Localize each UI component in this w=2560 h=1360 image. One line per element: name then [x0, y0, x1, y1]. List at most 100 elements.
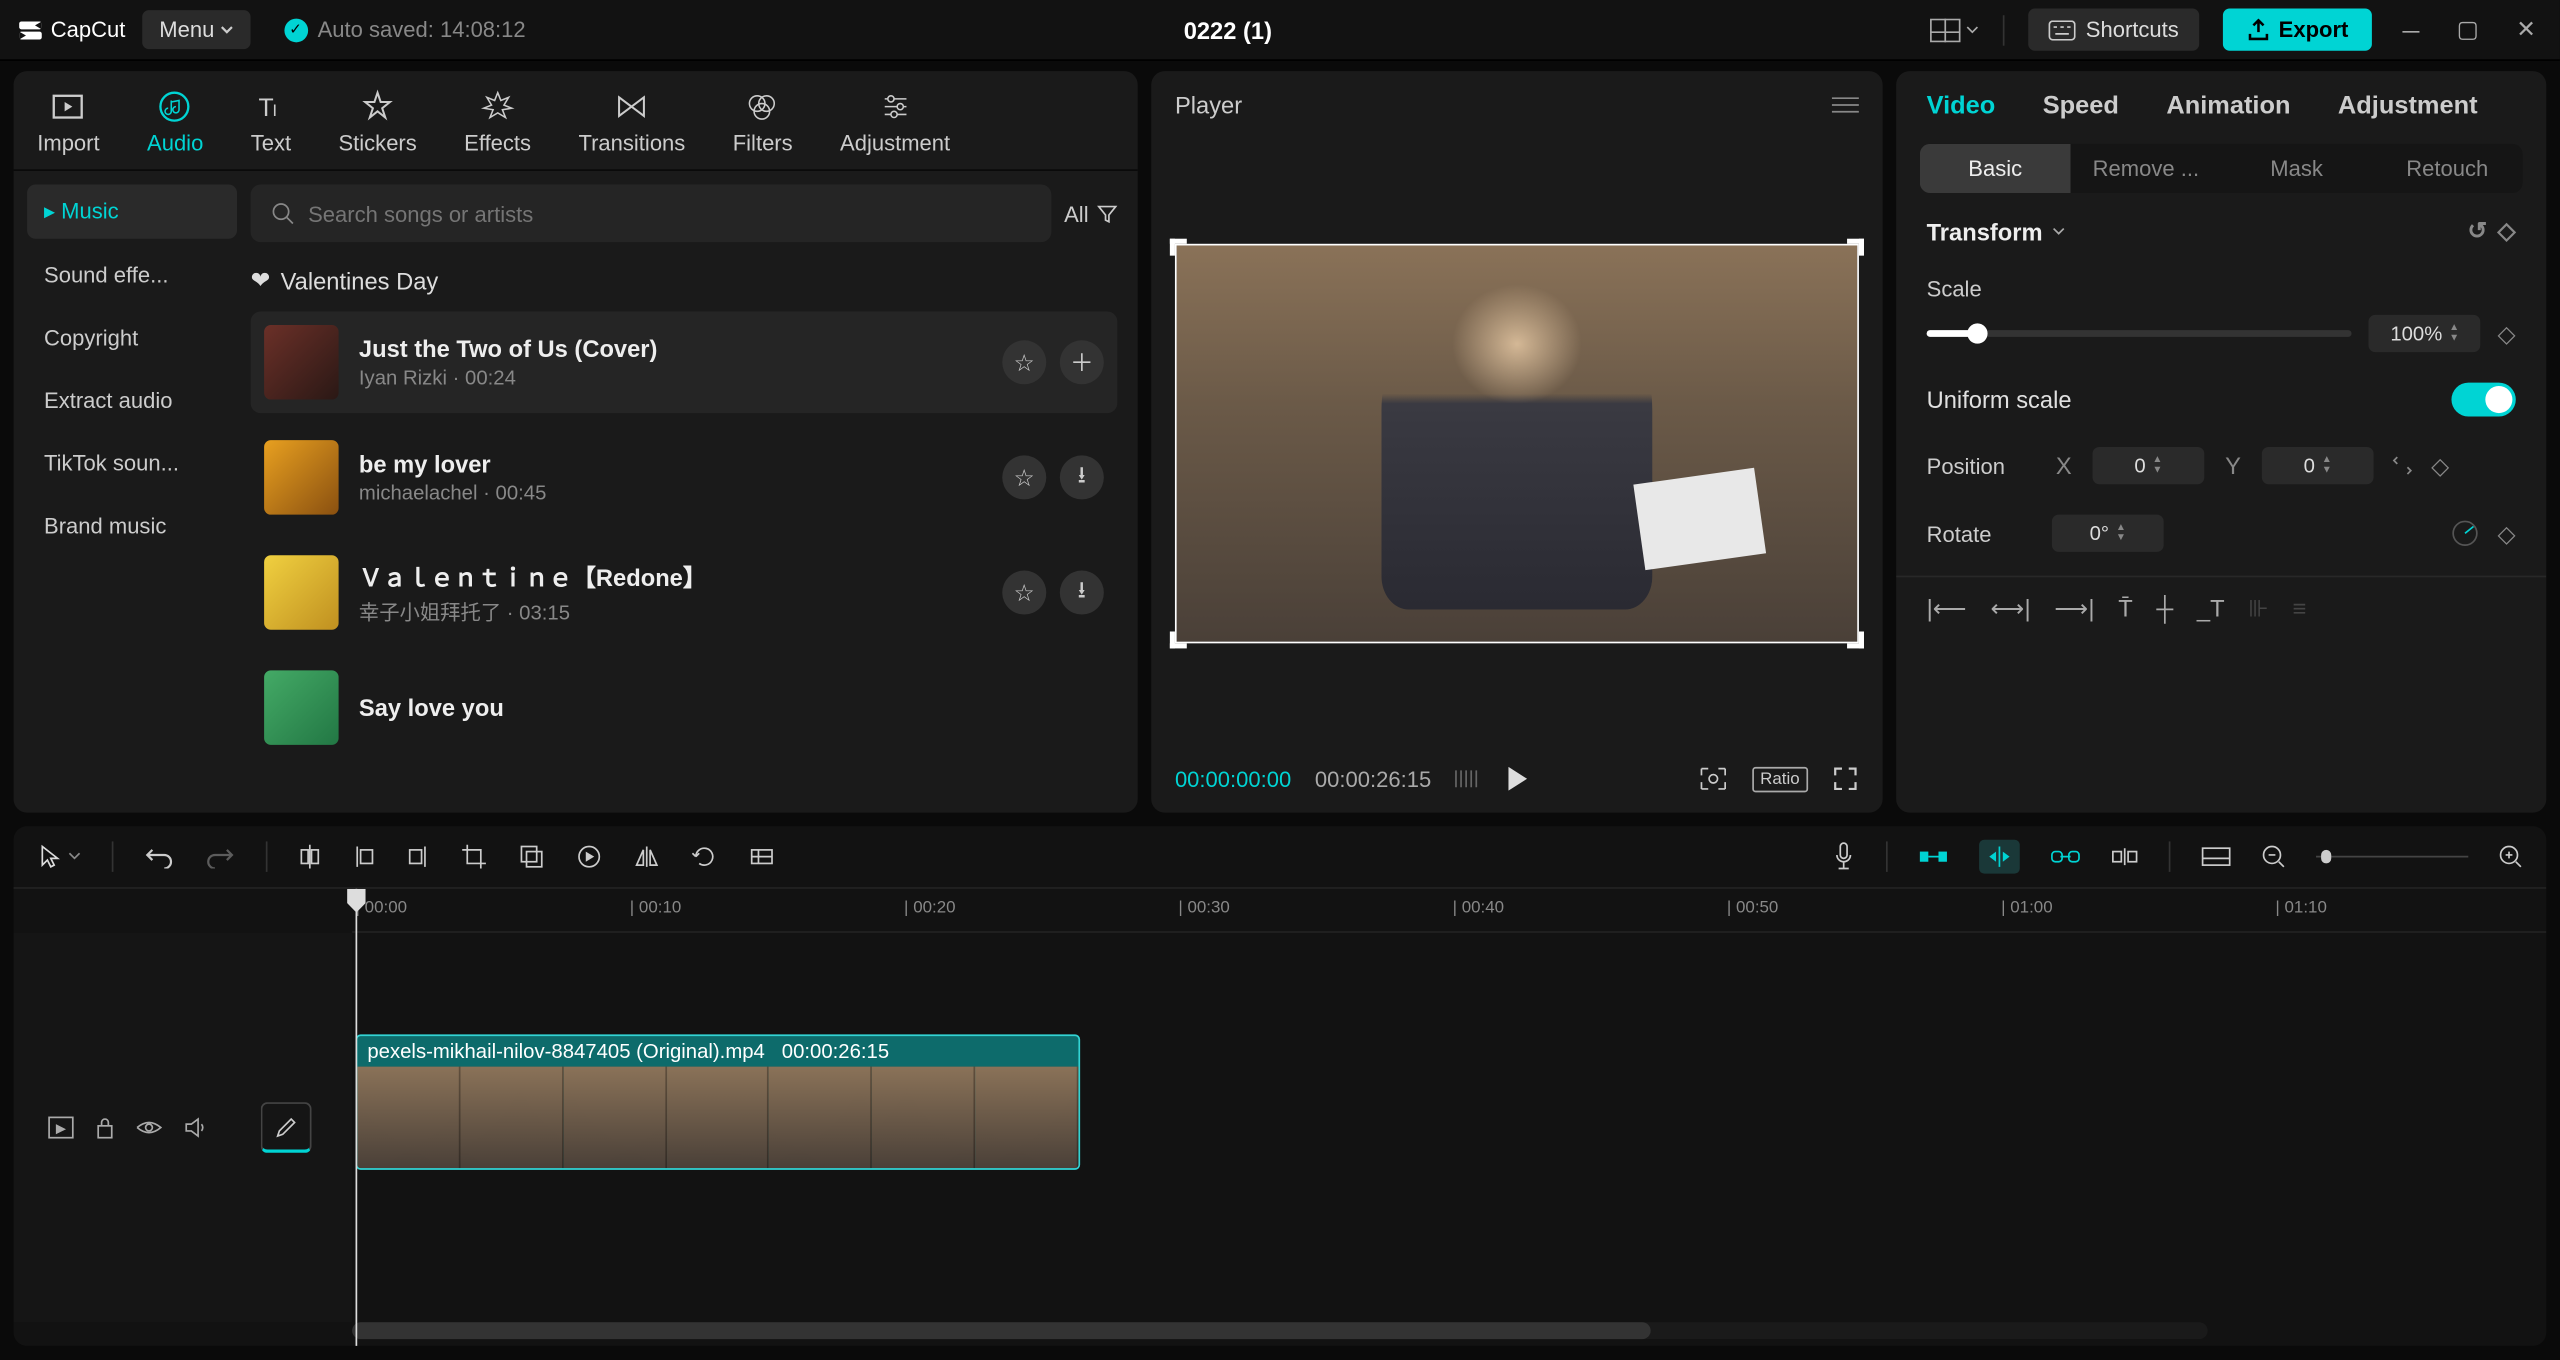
- tab-filters[interactable]: Filters: [709, 71, 816, 169]
- export-button[interactable]: Export: [2223, 8, 2372, 50]
- uniform-scale-toggle[interactable]: [2451, 383, 2515, 417]
- align-bottom-icon[interactable]: _T: [2197, 594, 2225, 623]
- audio-cat-extract[interactable]: Extract audio: [27, 374, 237, 426]
- add-button[interactable]: ＋: [1060, 340, 1104, 384]
- trim-right-tool[interactable]: [406, 843, 430, 870]
- search-box[interactable]: [251, 185, 1051, 243]
- layout-icon[interactable]: [1930, 18, 1979, 42]
- fullscreen-icon[interactable]: [1832, 765, 1859, 792]
- audio-cat-copyright[interactable]: Copyright: [27, 312, 237, 364]
- favorite-button[interactable]: ☆: [1002, 571, 1046, 615]
- pencil-tool[interactable]: [261, 1102, 312, 1153]
- keyframe-icon[interactable]: ◇: [2431, 451, 2449, 480]
- split-tool[interactable]: [298, 843, 322, 870]
- grid-icon[interactable]: [1455, 767, 1482, 791]
- tab-adjustment[interactable]: Adjustment: [816, 71, 974, 169]
- filter-button[interactable]: All: [1064, 201, 1117, 226]
- lock-icon[interactable]: [95, 1116, 115, 1140]
- rotate-dial-icon[interactable]: [2450, 518, 2480, 548]
- redo-button[interactable]: [205, 845, 235, 869]
- song-item[interactable]: be my lovermichaelachel · 00:45 ☆ ⭳: [251, 427, 1118, 529]
- subtab-basic[interactable]: Basic: [1920, 144, 2071, 193]
- video-clip[interactable]: pexels-mikhail-nilov-8847405 (Original).…: [356, 1034, 1081, 1169]
- distribute-v-icon[interactable]: ≡: [2293, 594, 2307, 623]
- preview-cut-tool[interactable]: [2111, 845, 2138, 869]
- align-left-icon[interactable]: |⟵: [1927, 594, 1967, 623]
- track-header-tool[interactable]: [2201, 847, 2231, 867]
- menu-button[interactable]: Menu: [142, 10, 250, 49]
- rotate-input[interactable]: 0°▲▼: [2052, 515, 2164, 552]
- timeline-tracks[interactable]: pexels-mikhail-nilov-8847405 (Original).…: [352, 933, 2546, 1322]
- maximize-button[interactable]: ▢: [2450, 15, 2486, 44]
- pointer-tool[interactable]: [37, 843, 81, 870]
- zoom-slider[interactable]: [2316, 848, 2468, 865]
- mirror-tool[interactable]: [633, 843, 660, 870]
- reverse-tool[interactable]: [576, 843, 603, 870]
- scale-slider[interactable]: [1927, 330, 2352, 337]
- keyframe-icon[interactable]: ◇: [2498, 519, 2516, 548]
- position-x-input[interactable]: 0▲▼: [2093, 447, 2205, 484]
- undo-button[interactable]: [144, 845, 174, 869]
- player-menu-icon[interactable]: [1832, 95, 1859, 115]
- play-button[interactable]: [1506, 765, 1530, 792]
- insp-tab-animation[interactable]: Animation: [2166, 91, 2290, 133]
- rotate-tool[interactable]: [691, 843, 718, 870]
- crop-tool[interactable]: [460, 843, 487, 870]
- align-center-v-icon[interactable]: ┼: [2156, 594, 2173, 623]
- magnet-tool[interactable]: [1918, 845, 1948, 869]
- link-tool[interactable]: [2050, 845, 2080, 869]
- favorite-button[interactable]: ☆: [1002, 455, 1046, 499]
- audio-cat-sfx[interactable]: Sound effe...: [27, 249, 237, 301]
- favorite-button[interactable]: ☆: [1002, 340, 1046, 384]
- tab-stickers[interactable]: Stickers: [315, 71, 441, 169]
- timeline-ruler[interactable]: | 00:00 | 00:10 | 00:20 | 00:30 | 00:40 …: [352, 889, 2546, 933]
- tab-effects[interactable]: Effects: [440, 71, 554, 169]
- crop-ratio-tool[interactable]: [748, 843, 775, 870]
- align-right-icon[interactable]: ⟶|: [2054, 594, 2094, 623]
- tab-transitions[interactable]: Transitions: [555, 71, 709, 169]
- tab-import[interactable]: Import: [14, 71, 124, 169]
- link-xy-icon[interactable]: [2391, 454, 2415, 478]
- insp-tab-adjustment[interactable]: Adjustment: [2338, 91, 2478, 133]
- reset-icon[interactable]: ↺: [2468, 217, 2488, 246]
- align-top-icon[interactable]: T̄: [2118, 594, 2132, 623]
- song-item[interactable]: Ｖａｌｅｎｔｉｎｅ【Redone】幸子小姐拜托了 · 03:15 ☆ ⭳: [251, 542, 1118, 644]
- mute-icon[interactable]: [183, 1116, 207, 1140]
- audio-cat-music[interactable]: ▸ Music: [27, 185, 237, 239]
- download-button[interactable]: ⭳: [1060, 571, 1104, 615]
- position-y-input[interactable]: 0▲▼: [2262, 447, 2374, 484]
- song-item[interactable]: Just the Two of Us (Cover)Iyan Rizki · 0…: [251, 312, 1118, 414]
- tab-audio[interactable]: Audio: [123, 71, 227, 169]
- cover-icon[interactable]: [47, 1116, 74, 1140]
- subtab-remove[interactable]: Remove ...: [2071, 144, 2222, 193]
- insp-tab-video[interactable]: Video: [1927, 91, 1996, 133]
- eye-icon[interactable]: [135, 1117, 162, 1137]
- tab-text[interactable]: TIText: [227, 71, 315, 169]
- subtab-mask[interactable]: Mask: [2221, 144, 2372, 193]
- copy-tool[interactable]: [518, 843, 545, 870]
- download-button[interactable]: ⭳: [1060, 455, 1104, 499]
- snap-tool[interactable]: [1979, 840, 2020, 874]
- audio-cat-tiktok[interactable]: TikTok soun...: [27, 437, 237, 489]
- timeline-scrollbar[interactable]: [352, 1322, 2208, 1339]
- zoom-in-tool[interactable]: [2499, 845, 2523, 869]
- video-preview[interactable]: [1175, 244, 1859, 644]
- keyframe-icon[interactable]: ◇: [2498, 319, 2516, 348]
- ratio-button[interactable]: Ratio: [1752, 766, 1808, 791]
- shortcuts-button[interactable]: Shortcuts: [2028, 8, 2199, 50]
- minimize-button[interactable]: ─: [2396, 16, 2426, 43]
- close-button[interactable]: ✕: [2509, 15, 2542, 44]
- song-item[interactable]: Say love you: [251, 657, 1118, 759]
- scale-input[interactable]: 100%▲▼: [2369, 315, 2481, 352]
- distribute-h-icon[interactable]: ⊪: [2248, 594, 2269, 623]
- insp-tab-speed[interactable]: Speed: [2043, 91, 2119, 133]
- playhead[interactable]: [356, 889, 358, 1346]
- trim-left-tool[interactable]: [352, 843, 376, 870]
- chevron-down-icon[interactable]: [2053, 224, 2067, 238]
- preview-quality-icon[interactable]: [1697, 765, 1727, 792]
- zoom-out-tool[interactable]: [2262, 845, 2286, 869]
- subtab-retouch[interactable]: Retouch: [2372, 144, 2523, 193]
- mic-tool[interactable]: [1832, 841, 1856, 871]
- search-input[interactable]: [308, 201, 1030, 226]
- audio-cat-brand[interactable]: Brand music: [27, 499, 237, 551]
